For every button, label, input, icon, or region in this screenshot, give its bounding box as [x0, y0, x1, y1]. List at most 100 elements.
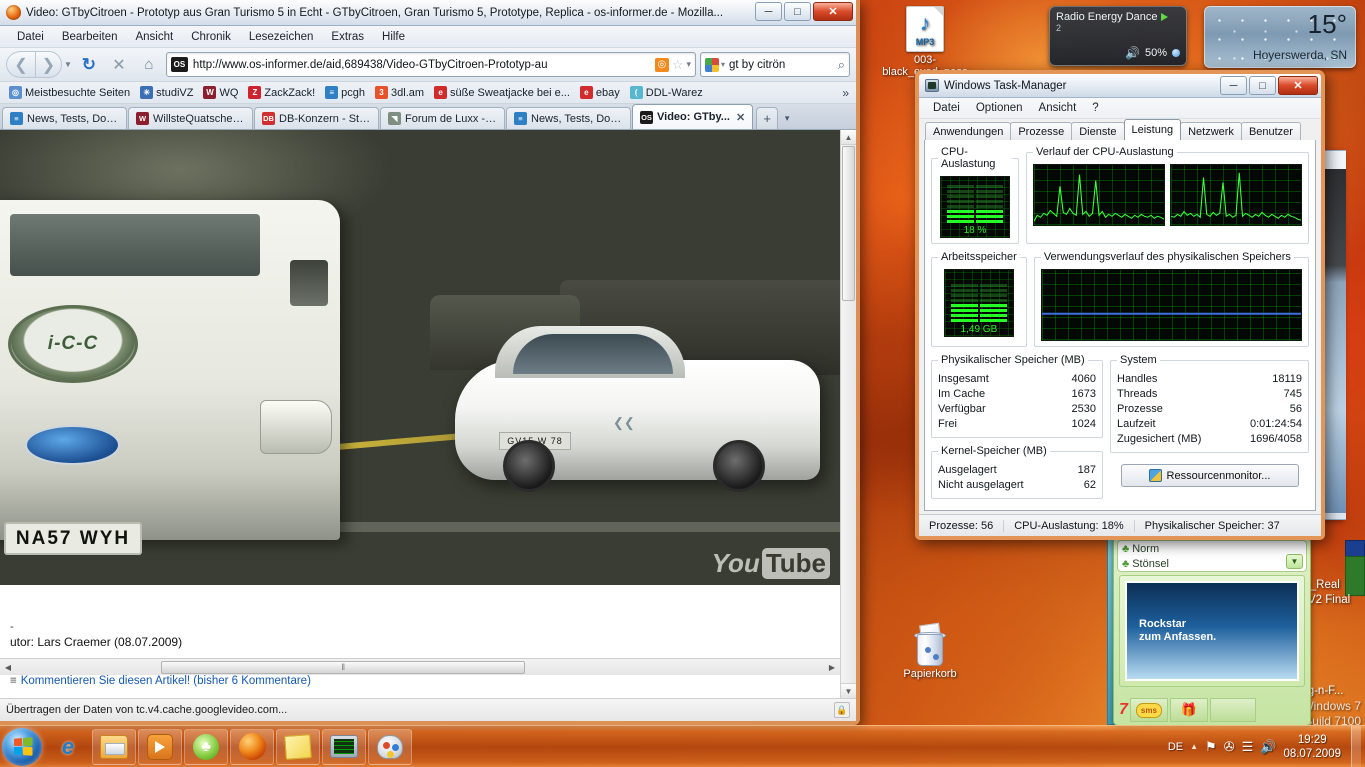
maximize-button[interactable]: □: [1249, 76, 1276, 95]
bookmark-item[interactable]: e süße Sweatjacke bei e...: [430, 85, 574, 100]
bookmarks-overflow-button[interactable]: »: [842, 86, 851, 100]
tab-video-gtby[interactable]: OS Video: GTby... ✕: [632, 104, 754, 129]
menu-bearbeiten[interactable]: Bearbeiten: [53, 29, 127, 45]
home-icon[interactable]: ⌂: [136, 52, 162, 78]
chevron-down-icon[interactable]: ▼: [1286, 554, 1303, 569]
forward-arrow-icon[interactable]: ❯: [36, 51, 62, 78]
firefox-titlebar[interactable]: Video: GTbyCitroen - Prototyp aus Gran T…: [0, 0, 856, 26]
desktop-icon-mp3[interactable]: ♪ MP3 003-black_eyed_peas: [877, 6, 973, 78]
google-icon[interactable]: [705, 57, 719, 72]
taskbar-clock[interactable]: 19:29 08.07.2009: [1283, 733, 1341, 761]
menu-chronik[interactable]: Chronik: [182, 29, 240, 45]
scroll-up-arrow-icon[interactable]: ▲: [841, 130, 856, 145]
background-window-blue[interactable]: [1345, 540, 1365, 557]
menu-lesezeichen[interactable]: Lesezeichen: [240, 29, 323, 45]
taskbar-media-player[interactable]: [138, 728, 182, 765]
tm-menu-datei[interactable]: Datei: [925, 100, 968, 116]
reload-icon[interactable]: ↻: [76, 52, 102, 78]
chevron-down-icon[interactable]: ▼: [64, 60, 72, 69]
minimize-button[interactable]: ─: [755, 2, 782, 21]
security-icon[interactable]: 🔒: [834, 702, 850, 718]
scroll-down-arrow-icon[interactable]: ▼: [841, 683, 856, 698]
icq-button-spare[interactable]: [1209, 698, 1256, 722]
youtube-watermark[interactable]: You Tube: [712, 548, 830, 579]
hscroll-thumb[interactable]: ‖: [161, 660, 526, 674]
task-manager-titlebar[interactable]: Windows Task-Manager ─ □ ✕: [919, 74, 1321, 98]
speaker-icon[interactable]: 🔊: [1125, 46, 1140, 60]
scroll-right-arrow-icon[interactable]: ▶: [824, 663, 840, 672]
weather-gadget[interactable]: 15° Hoyerswerda, SN: [1204, 6, 1356, 68]
minimize-button[interactable]: ─: [1220, 76, 1247, 95]
icq-contact-list[interactable]: ♣ Norm ♣ Stönsel ▼: [1117, 540, 1307, 572]
play-icon[interactable]: [1160, 13, 1168, 22]
show-desktop-button[interactable]: [1351, 726, 1361, 767]
taskbar-icq[interactable]: ♣: [184, 728, 228, 765]
taskbar-windows-explorer[interactable]: [92, 728, 136, 765]
menu-datei[interactable]: Datei: [8, 29, 53, 45]
tm-menu-help[interactable]: ?: [1084, 100, 1106, 116]
bookmark-item[interactable]: W WQ: [199, 85, 242, 100]
task-manager-window[interactable]: Windows Task-Manager ─ □ ✕ Datei Optione…: [915, 70, 1325, 540]
tab-willstequatschen[interactable]: W WillsteQuatschen ?: [128, 107, 253, 129]
language-indicator[interactable]: DE: [1168, 741, 1183, 753]
new-tab-button[interactable]: +: [756, 107, 779, 129]
action-center-icon[interactable]: ✇: [1224, 739, 1235, 755]
search-input[interactable]: gt by citrön: [729, 59, 838, 71]
vertical-scrollbar[interactable]: ▲ ▼: [840, 130, 856, 698]
horizontal-scrollbar[interactable]: ◀ ‖ ▶: [0, 658, 840, 675]
firefox-window[interactable]: Video: GTbyCitroen - Prototyp aus Gran T…: [0, 0, 860, 725]
icq-ad-banner[interactable]: Rockstar zum Anfassen.: [1125, 581, 1299, 681]
tab-anwendungen[interactable]: Anwendungen: [925, 122, 1012, 140]
bookmark-item[interactable]: ◎ Meistbesuchte Seiten: [5, 85, 134, 100]
flag-icon[interactable]: ⚑: [1205, 739, 1217, 755]
icq-contact-row[interactable]: ♣ Norm: [1122, 542, 1302, 557]
rss-icon[interactable]: ◎: [654, 57, 669, 72]
tm-menu-ansicht[interactable]: Ansicht: [1031, 100, 1085, 116]
tab-dienste[interactable]: Dienste: [1071, 122, 1125, 140]
bookmark-item[interactable]: Z ZackZack!: [244, 85, 319, 100]
taskbar-paint[interactable]: [368, 728, 412, 765]
bookmark-item[interactable]: ✳ studiVZ: [136, 85, 197, 100]
video-player[interactable]: ❮❮ GV15 W 78 i-C-C NA57 WYH: [0, 130, 840, 585]
icq-ad-box[interactable]: Rockstar zum Anfassen.: [1119, 575, 1305, 687]
taskbar-internet-explorer[interactable]: e: [46, 729, 90, 765]
icq-window[interactable]: ♣ Norm ♣ Stönsel ▼ Rockstar zum Anfassen. …: [1113, 536, 1311, 726]
desktop-icon-recycle-bin[interactable]: Papierkorb: [882, 622, 978, 680]
background-window-green[interactable]: [1345, 556, 1365, 596]
menu-extras[interactable]: Extras: [322, 29, 373, 45]
chevron-down-icon[interactable]: ▾: [721, 60, 725, 69]
close-button[interactable]: ✕: [813, 2, 853, 21]
back-arrow-icon[interactable]: ❮: [6, 51, 36, 78]
volume-icon[interactable]: 🔊: [1260, 739, 1276, 755]
taskbar-monitor[interactable]: [322, 728, 366, 765]
tab-news-1[interactable]: ≡ News, Tests, Dow...: [2, 107, 127, 129]
maximize-button[interactable]: □: [784, 2, 811, 21]
resource-monitor-button[interactable]: Ressourcenmonitor...: [1120, 464, 1299, 487]
bookmark-item[interactable]: e ebay: [576, 85, 624, 100]
tab-list-icon[interactable]: ▾: [778, 107, 796, 129]
start-button[interactable]: [2, 727, 42, 766]
tab-forum-de-luxx[interactable]: ◥ Forum de Luxx - ...: [380, 107, 505, 129]
tab-prozesse[interactable]: Prozesse: [1010, 122, 1073, 140]
close-button[interactable]: ✕: [1278, 76, 1318, 95]
menu-hilfe[interactable]: Hilfe: [373, 29, 414, 45]
gift-button[interactable]: 🎁: [1169, 698, 1208, 722]
scroll-left-arrow-icon[interactable]: ◀: [0, 663, 16, 672]
chevron-down-icon[interactable]: ▾: [686, 59, 691, 70]
bookmark-item[interactable]: ≡ pcgh: [321, 85, 369, 100]
url-text[interactable]: http://www.os-informer.de/aid,689438/Vid…: [193, 59, 655, 71]
article-comment-link[interactable]: ≡ Kommentieren Sie diesen Artikel! (bishe…: [10, 675, 830, 687]
tab-db-konzern[interactable]: DB DB-Konzern - Sta...: [254, 107, 379, 129]
network-icon[interactable]: ☰: [1242, 739, 1254, 755]
vscroll-thumb[interactable]: [842, 146, 855, 301]
taskbar-firefox[interactable]: [230, 728, 274, 765]
stop-icon[interactable]: ✕: [106, 52, 132, 78]
search-bar[interactable]: ▾ gt by citrön ⌕: [700, 52, 850, 77]
magnifier-icon[interactable]: ⌕: [838, 57, 845, 73]
url-bar[interactable]: OS http://www.os-informer.de/aid,689438/…: [165, 52, 696, 77]
tm-menu-optionen[interactable]: Optionen: [968, 100, 1031, 116]
prosieben-logo[interactable]: 7: [1119, 701, 1128, 719]
taskbar-notes[interactable]: [276, 728, 320, 765]
hscroll-track[interactable]: ‖: [16, 660, 824, 675]
menu-ansicht[interactable]: Ansicht: [126, 29, 182, 45]
